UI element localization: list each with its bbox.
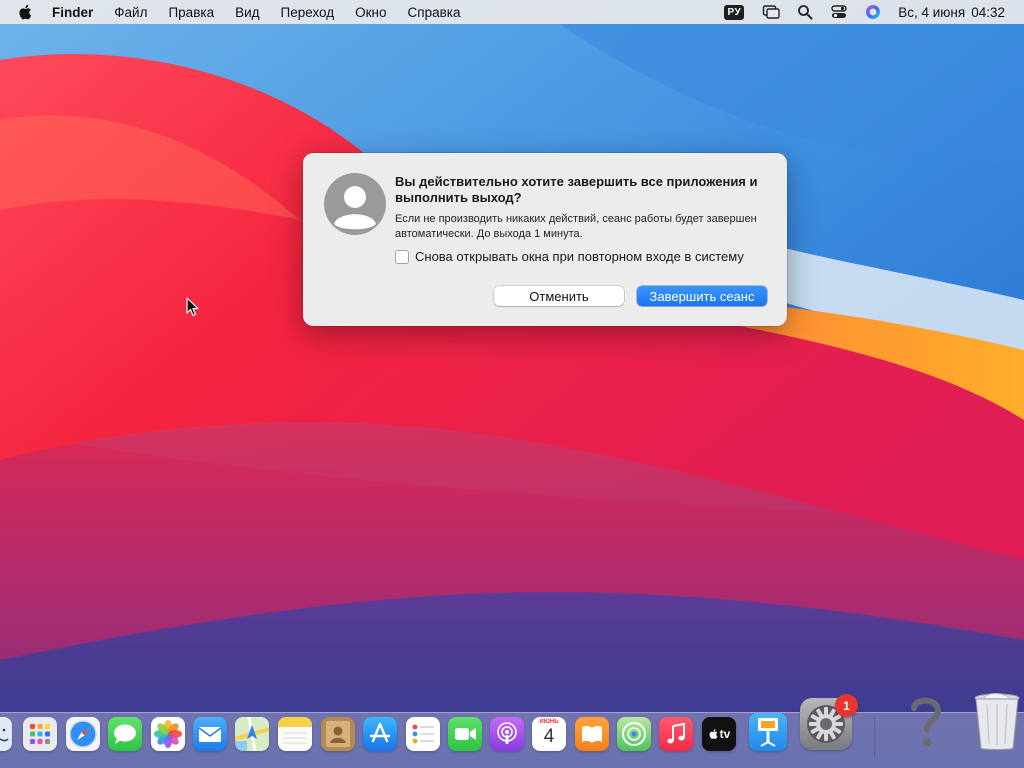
- dock-find-my-icon[interactable]: [617, 717, 651, 751]
- dock-books-icon[interactable]: [575, 717, 609, 751]
- dock-separator: [874, 718, 875, 758]
- reopen-windows-option[interactable]: Снова открывать окна при повторном входе…: [395, 249, 744, 264]
- dock-notes-icon[interactable]: [278, 717, 312, 751]
- apple-logo-icon[interactable]: [17, 3, 35, 21]
- dock-finder-icon[interactable]: [0, 717, 12, 751]
- dock-apple-tv-icon[interactable]: tv: [702, 717, 736, 751]
- dialog-title: Вы действительно хотите завершить все пр…: [395, 174, 758, 205]
- dock-podcasts-icon[interactable]: [490, 717, 524, 751]
- system-preferences-badge: 1: [835, 694, 858, 717]
- dock-calendar-icon[interactable]: ИЮНЬ 4: [532, 717, 566, 751]
- apple-tv-label: tv: [719, 727, 731, 741]
- menubar-clock[interactable]: Вс, 4 июня 04:32: [898, 5, 1005, 20]
- dock-maps-icon[interactable]: [235, 717, 269, 751]
- logout-dialog: Вы действительно хотите завершить все пр…: [303, 153, 787, 326]
- dock-app-store-icon[interactable]: [363, 717, 397, 751]
- menu-bar: Finder Файл Правка Вид Переход Окно Спра…: [0, 0, 1024, 24]
- dock-launchpad-icon[interactable]: [23, 717, 57, 751]
- user-avatar-icon: [324, 173, 386, 235]
- reopen-windows-checkbox[interactable]: [395, 249, 409, 264]
- calendar-day-label: 4: [543, 726, 555, 747]
- dock-reminders-icon[interactable]: [406, 717, 440, 751]
- clock-time: 04:32: [971, 4, 1005, 20]
- siri-icon[interactable]: [864, 3, 882, 21]
- dock-photos-icon[interactable]: [151, 717, 185, 751]
- dock-unknown-app-icon[interactable]: [900, 690, 952, 750]
- desktop-wallpaper: [0, 0, 1024, 768]
- spotlight-search-icon[interactable]: [796, 3, 814, 21]
- menu-file[interactable]: Файл: [114, 5, 147, 20]
- control-center-icon[interactable]: [830, 3, 848, 21]
- dock-keynote-icon[interactable]: [749, 713, 787, 751]
- dock-safari-icon[interactable]: [66, 717, 100, 751]
- menu-finder[interactable]: Finder: [52, 5, 93, 20]
- clock-date: Вс, 4 июня: [898, 4, 966, 20]
- reopen-windows-label[interactable]: Снова открывать окна при повторном входе…: [415, 249, 744, 264]
- dock-messages-icon[interactable]: [108, 717, 142, 751]
- menu-edit[interactable]: Правка: [168, 5, 214, 20]
- cancel-button[interactable]: Отменить: [494, 286, 624, 306]
- menu-help[interactable]: Справка: [408, 5, 461, 20]
- dock-facetime-icon[interactable]: [448, 717, 482, 751]
- mouse-pointer-icon: [186, 297, 199, 317]
- dock-trash-icon[interactable]: [972, 690, 1022, 752]
- log-out-button[interactable]: Завершить сеанс: [637, 286, 767, 306]
- calendar-month-label: ИЮНЬ: [539, 719, 559, 725]
- dock-mail-icon[interactable]: [193, 717, 227, 751]
- screen-mirroring-icon[interactable]: [762, 3, 780, 21]
- menu-view[interactable]: Вид: [235, 5, 259, 20]
- menu-go[interactable]: Переход: [281, 5, 335, 20]
- dock-music-icon[interactable]: [659, 717, 693, 751]
- dialog-message: Если не производить никаких действий, се…: [395, 213, 757, 240]
- menu-window[interactable]: Окно: [355, 5, 386, 20]
- dock-contacts-icon[interactable]: [321, 717, 355, 751]
- input-source-badge[interactable]: РУ: [724, 4, 745, 20]
